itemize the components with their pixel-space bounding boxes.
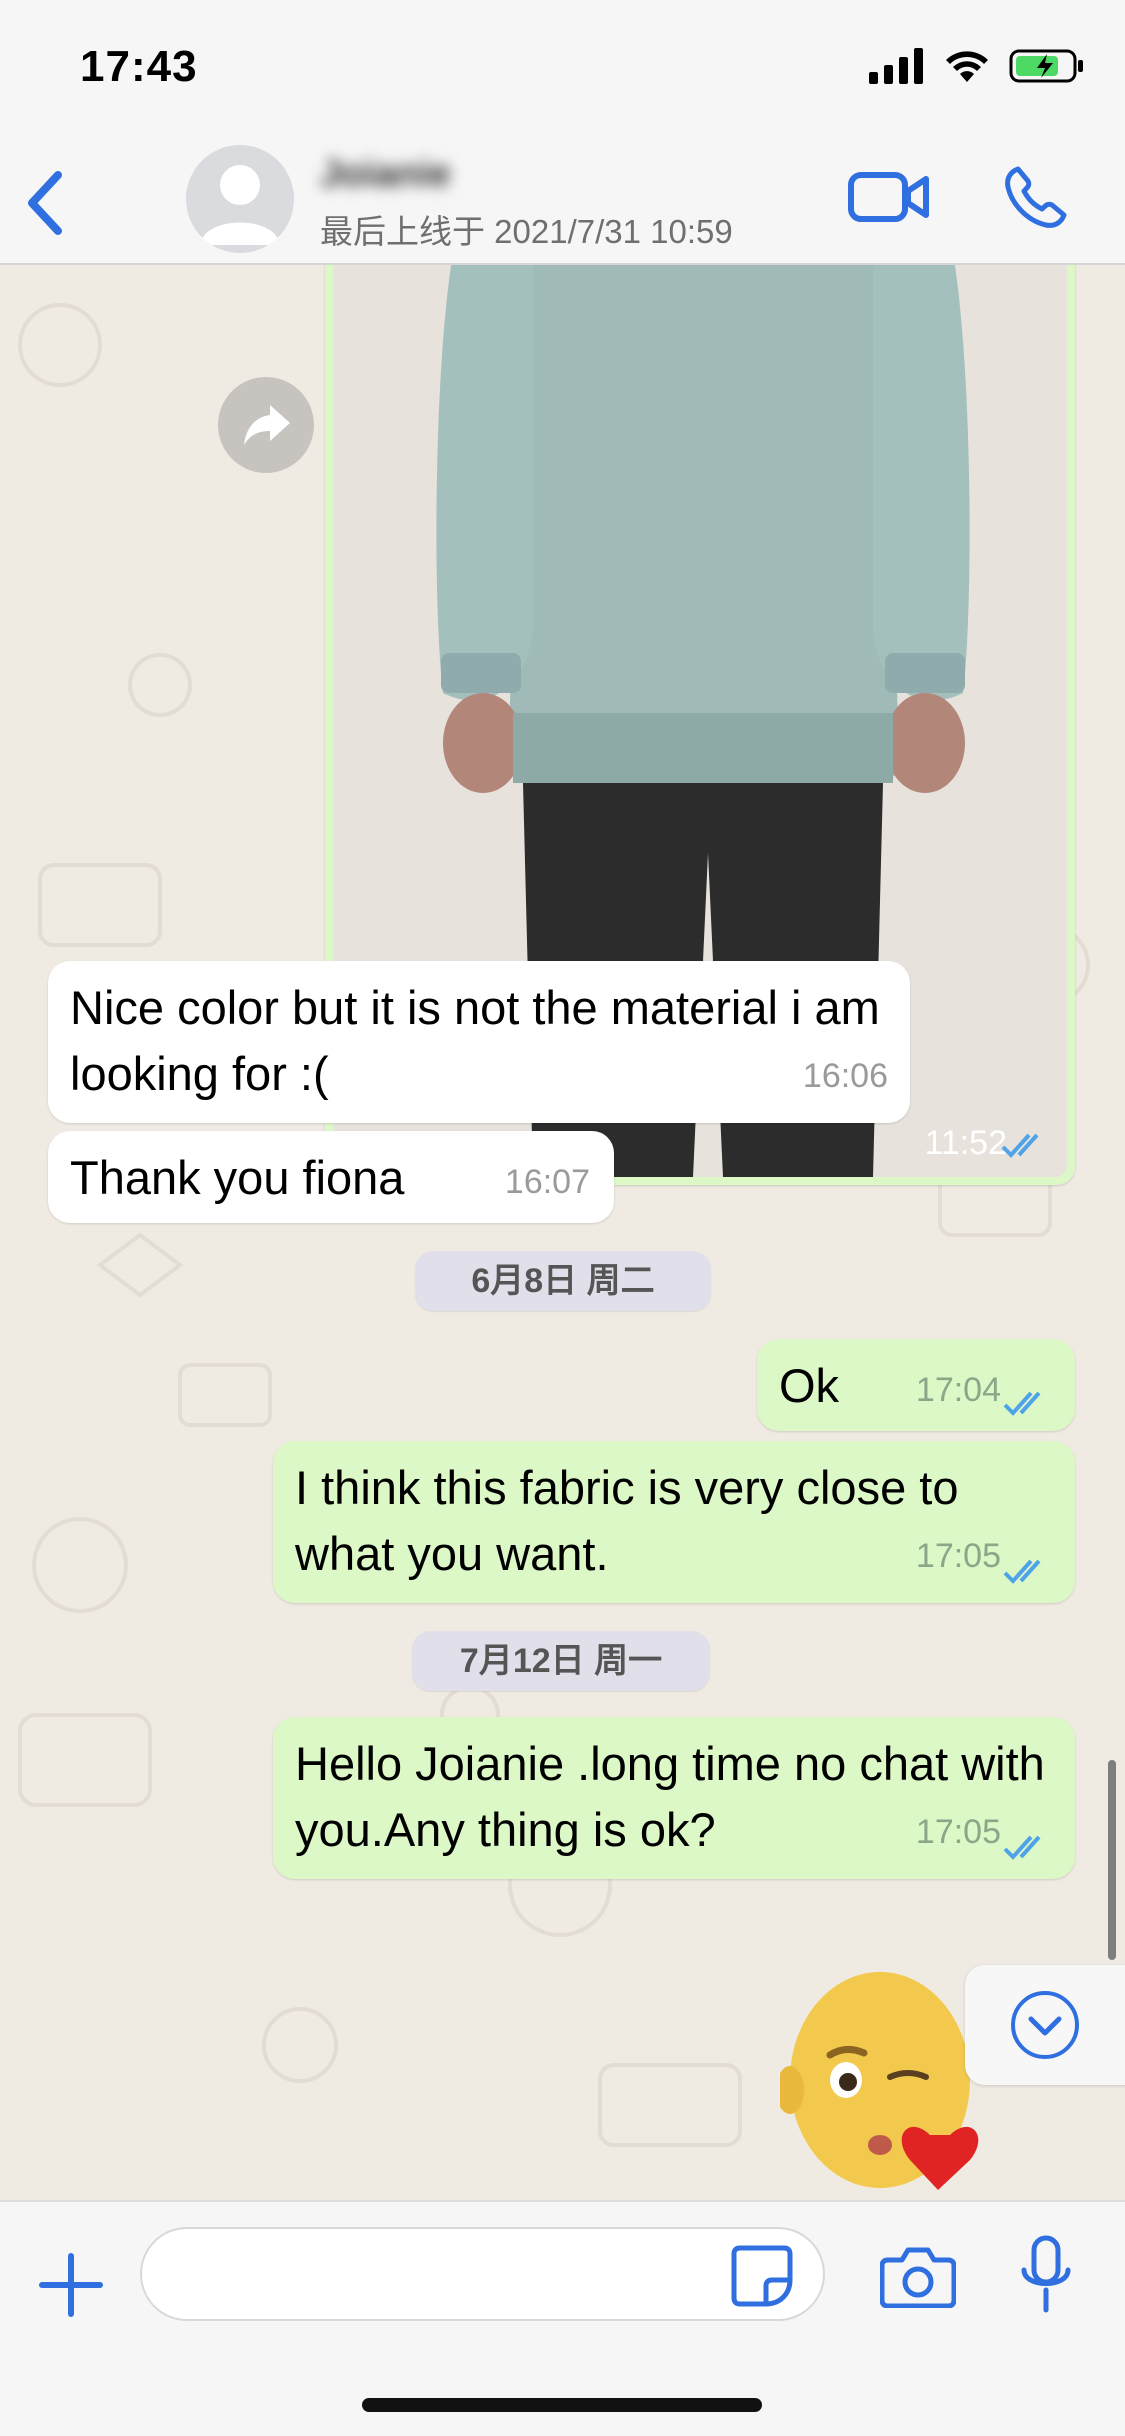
outgoing-message[interactable]: Ok 17:04 [757, 1339, 1075, 1431]
date-separator: 7月12日 周一 [412, 1631, 710, 1691]
status-icons [869, 48, 1085, 84]
contact-name[interactable]: Joianie [320, 153, 451, 196]
message-time: 17:05 [915, 1537, 1001, 1575]
incoming-message[interactable]: Nice color but it is not the material i … [48, 961, 910, 1123]
message-text: Nice color but it is not the material i … [70, 981, 880, 1100]
attach-plus-button[interactable] [38, 2252, 104, 2318]
wifi-icon [946, 51, 988, 82]
chat-header: Joianie 最后上线于 2021/7/31 10:59 [0, 135, 1125, 265]
scroll-to-bottom-button[interactable] [965, 1965, 1125, 2085]
sticker-button[interactable] [730, 2244, 794, 2308]
chat-area[interactable]: 11:52 Nice color but it is not the mater… [0, 265, 1125, 2200]
message-time: 11:52 [924, 1124, 1007, 1162]
chevron-down-circle-icon [1011, 1991, 1079, 2059]
microphone-button[interactable] [1018, 2234, 1074, 2316]
date-separator: 6月8日 周二 [415, 1251, 711, 1311]
incoming-message[interactable]: Thank you fiona 16:07 [48, 1131, 614, 1223]
back-button[interactable] [18, 163, 78, 243]
read-ticks-icon [1003, 1559, 1041, 1584]
outgoing-message[interactable]: Hello Joianie .long time no chat with yo… [273, 1717, 1075, 1879]
status-time: 17:43 [80, 42, 198, 91]
message-time: 17:05 [915, 1813, 1001, 1851]
read-ticks-icon [1003, 1391, 1041, 1416]
message-composer [0, 2200, 1125, 2436]
forward-button[interactable] [218, 377, 314, 473]
voice-call-button[interactable] [1000, 163, 1070, 233]
scrollbar[interactable] [1108, 1760, 1116, 1960]
video-call-button[interactable] [848, 167, 930, 227]
read-ticks-icon [1003, 1835, 1041, 1860]
message-text: I think this fabric is very close to wha… [295, 1461, 959, 1580]
cellular-signal-icon [869, 48, 923, 84]
message-text: Thank you fiona [70, 1151, 405, 1204]
message-text: Ok [779, 1359, 840, 1412]
message-time: 17:04 [915, 1371, 1001, 1409]
status-bar: 17:43 [0, 0, 1125, 135]
read-ticks-icon [1001, 1133, 1039, 1158]
last-seen-status: 最后上线于 2021/7/31 10:59 [320, 213, 733, 250]
battery-charging-icon [1009, 49, 1083, 83]
home-indicator[interactable] [362, 2398, 762, 2412]
camera-button[interactable] [880, 2244, 956, 2308]
default-avatar-icon [200, 165, 280, 245]
message-input[interactable] [140, 2227, 825, 2321]
message-time: 16:07 [504, 1163, 590, 1201]
forward-icon [244, 405, 290, 445]
contact-avatar[interactable] [186, 145, 294, 253]
message-time: 16:06 [802, 1057, 888, 1095]
outgoing-message[interactable]: I think this fabric is very close to wha… [273, 1441, 1075, 1603]
